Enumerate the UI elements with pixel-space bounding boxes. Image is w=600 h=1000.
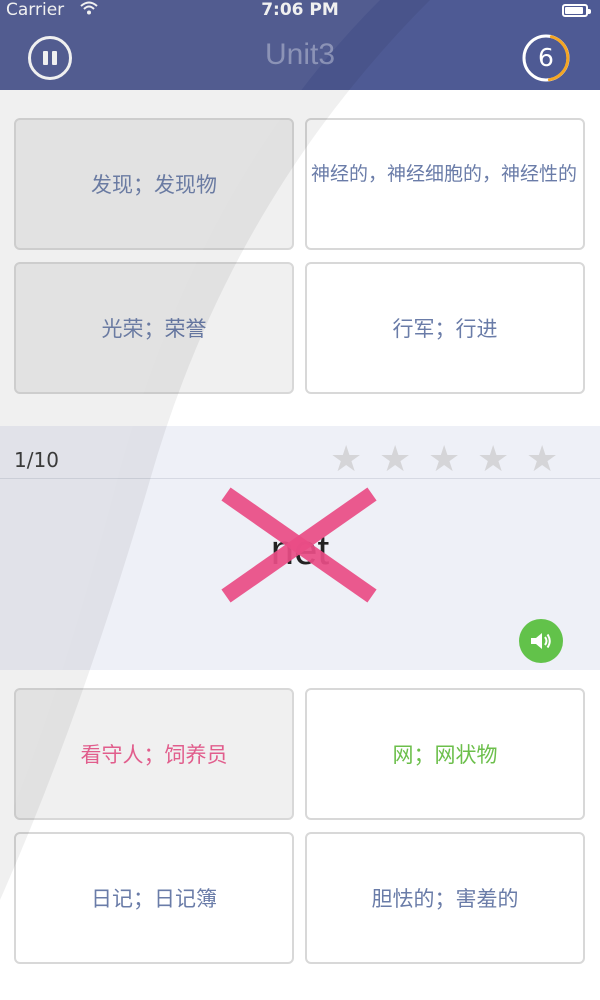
battery-icon — [562, 4, 591, 17]
option-card[interactable]: 行军；行进 — [305, 262, 585, 394]
speaker-button[interactable] — [519, 619, 563, 663]
battery-fill — [565, 7, 583, 14]
timer-value: 6 — [538, 43, 554, 72]
star-icon: ★ — [477, 439, 510, 480]
countdown-timer: 6 — [516, 33, 576, 83]
star-rating: ★ ★ ★ ★ ★ — [330, 440, 570, 480]
panel-divider — [0, 478, 600, 479]
star-icon: ★ — [330, 439, 363, 480]
option-card[interactable]: 胆怯的；害羞的 — [305, 832, 585, 964]
option-label: 行军；行进 — [392, 317, 498, 341]
top-options-grid: 发现；发现物 神经的，神经细胞的，神经性的 光荣；荣誉 行军；行进 — [14, 118, 586, 394]
option-label: 发现；发现物 — [91, 173, 217, 197]
wrong-mark-icon — [221, 487, 377, 603]
star-icon: ★ — [379, 439, 412, 480]
option-card[interactable]: 光荣；荣誉 — [14, 262, 294, 394]
speaker-icon — [531, 633, 551, 649]
option-label: 网；网状物 — [392, 743, 498, 767]
option-label: 看守人；饲养员 — [80, 743, 228, 767]
status-time: 7:06 PM — [261, 0, 339, 20]
page-title: Unit3 — [264, 38, 336, 71]
option-card-correct[interactable]: 网；网状物 — [305, 688, 585, 820]
option-label: 胆怯的；害羞的 — [371, 887, 519, 911]
option-label: 光荣；荣誉 — [101, 317, 207, 341]
option-label: 神经的，神经细胞的，神经性的 — [311, 163, 578, 185]
top-bar: Carrier 7:06 PM Unit3 6 — [0, 0, 600, 90]
question-progress: 1/10 — [14, 448, 59, 472]
option-label: 日记；日记簿 — [91, 887, 217, 911]
status-bar: Carrier 7:06 PM — [0, 0, 600, 22]
option-card-wrong[interactable]: 看守人；饲养员 — [14, 688, 294, 820]
star-icon: ★ — [428, 439, 461, 480]
option-card[interactable]: 发现；发现物 — [14, 118, 294, 250]
star-icon: ★ — [526, 439, 559, 480]
option-card[interactable]: 日记；日记簿 — [14, 832, 294, 964]
bottom-options-grid: 看守人；饲养员 网；网状物 日记；日记簿 胆怯的；害羞的 — [14, 688, 586, 966]
option-card[interactable]: 神经的，神经细胞的，神经性的 — [305, 118, 585, 250]
